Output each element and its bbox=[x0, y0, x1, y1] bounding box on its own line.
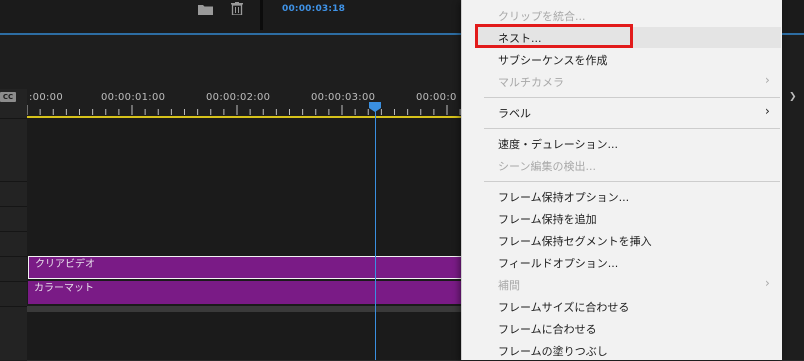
menu-item-multicam[interactable]: マルチカメラ bbox=[498, 74, 564, 90]
right-panel-edge bbox=[781, 36, 804, 360]
track-header-divider bbox=[0, 306, 27, 307]
menu-item-insert-frame-hold-segment[interactable]: フレーム保持セグメントを挿入 bbox=[498, 233, 652, 249]
panel-divider bbox=[260, 0, 263, 30]
trash-icon[interactable] bbox=[231, 2, 243, 15]
chevron-right-icon: › bbox=[765, 276, 770, 290]
menu-separator bbox=[484, 97, 780, 98]
menu-item-field-options[interactable]: フィールドオプション... bbox=[498, 255, 618, 271]
menu-item-scale-to-frame-size[interactable]: フレームサイズに合わせる bbox=[498, 299, 629, 315]
menu-item-add-frame-hold[interactable]: フレーム保持を追加 bbox=[498, 211, 597, 227]
cc-icon[interactable]: CC bbox=[0, 92, 16, 102]
ruler-label: 00:00:0 bbox=[416, 92, 457, 103]
chevron-right-icon[interactable]: ❯ bbox=[789, 92, 797, 102]
track-header-divider bbox=[0, 118, 27, 119]
track-header-divider bbox=[0, 256, 27, 257]
menu-item-clip-merge[interactable]: クリップを統合... bbox=[498, 8, 586, 24]
track-header-column bbox=[0, 89, 28, 360]
menu-item-frame-hold-options[interactable]: フレーム保持オプション... bbox=[498, 189, 629, 205]
current-timecode[interactable]: 00:00:03:18 bbox=[282, 4, 345, 14]
highlight-annotation-box bbox=[475, 24, 633, 48]
track-header-divider bbox=[0, 181, 27, 182]
clip-color-matte[interactable]: カラーマット bbox=[28, 281, 478, 304]
playhead-line[interactable] bbox=[375, 110, 376, 360]
track-header-divider bbox=[0, 281, 27, 282]
clip-clear-video[interactable]: クリアビデオ bbox=[28, 256, 478, 279]
menu-item-label[interactable]: ラベル bbox=[498, 105, 531, 121]
menu-item-scene-detect[interactable]: シーン編集の検出... bbox=[498, 158, 596, 174]
menu-item-make-subsequence[interactable]: サブシーケンスを作成 bbox=[498, 52, 607, 68]
menu-item-frame-fill[interactable]: フレームの塗りつぶし bbox=[498, 343, 608, 359]
menu-separator bbox=[484, 181, 780, 182]
ruler-label: :00:00 bbox=[29, 92, 63, 103]
menu-item-speed-duration[interactable]: 速度・デュレーション... bbox=[498, 136, 618, 152]
ruler-label: 00:00:02:00 bbox=[206, 92, 271, 103]
ruler-label: 00:00:03:00 bbox=[311, 92, 376, 103]
folder-icon[interactable] bbox=[198, 4, 213, 15]
context-menu: クリップを統合... ネスト... サブシーケンスを作成 マルチカメラ › ラベ… bbox=[461, 0, 782, 360]
track-header-divider bbox=[0, 231, 27, 232]
menu-item-interpolation[interactable]: 補間 bbox=[498, 277, 520, 293]
menu-separator bbox=[484, 128, 780, 129]
chevron-right-icon: › bbox=[765, 104, 770, 118]
ruler-label: 00:00:01:00 bbox=[101, 92, 166, 103]
menu-item-set-to-frame-size[interactable]: フレームに合わせる bbox=[498, 321, 597, 337]
track-header-divider bbox=[0, 206, 27, 207]
chevron-right-icon: › bbox=[765, 73, 770, 87]
